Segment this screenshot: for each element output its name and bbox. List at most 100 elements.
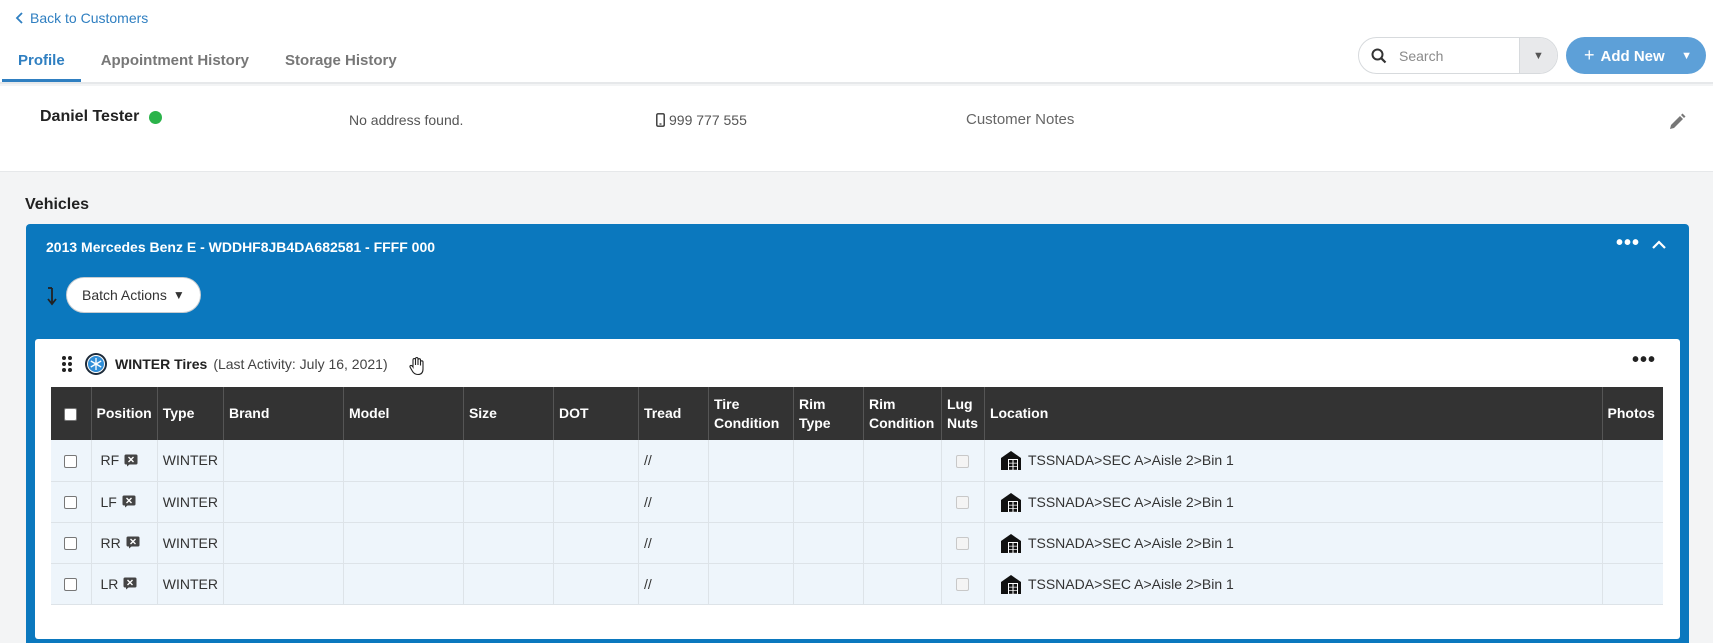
customer-name-text: Daniel Tester (40, 108, 140, 125)
plus-icon: + (1584, 45, 1595, 65)
tab-profile[interactable]: Profile (0, 40, 83, 82)
dot-cell (553, 563, 639, 605)
row-checkbox[interactable] (64, 537, 78, 551)
rim-type-cell (793, 522, 864, 564)
batch-actions-button[interactable]: Batch Actions ▼ (66, 277, 201, 313)
row-checkbox[interactable] (64, 455, 78, 469)
location-cell: TSSNADA>SEC A>Aisle 2>Bin 1 (984, 481, 1603, 523)
customer-notes[interactable]: Customer Notes (966, 111, 1074, 128)
tab-appointment-history[interactable]: Appointment History (83, 40, 267, 82)
warehouse-icon (1000, 533, 1021, 553)
row-checkbox[interactable] (64, 496, 78, 510)
row-checkbox[interactable] (64, 578, 78, 592)
location-cell: TSSNADA>SEC A>Aisle 2>Bin 1 (984, 522, 1603, 564)
col-tread[interactable]: Tread (638, 387, 709, 440)
lug-nuts-cell (941, 481, 985, 523)
add-new-button[interactable]: + Add New ▼ (1566, 37, 1706, 74)
customer-info-bar: Daniel Tester No address found. 999 777 … (0, 86, 1713, 172)
tread-cell: // (638, 563, 709, 605)
tire-set-header: WINTER Tires (Last Activity: July 16, 202… (35, 339, 1680, 387)
lug-nuts-checkbox (956, 537, 970, 551)
tread-cell: // (638, 481, 709, 523)
customer-phone-number: 999 777 555 (669, 112, 747, 128)
location-cell: TSSNADA>SEC A>Aisle 2>Bin 1 (984, 440, 1603, 482)
caret-down-icon: ▼ (1533, 49, 1544, 62)
location-value: TSSNADA>SEC A>Aisle 2>Bin 1 (1027, 534, 1234, 551)
pencil-icon[interactable] (1667, 112, 1687, 132)
dot-cell (553, 522, 639, 564)
select-all-checkbox[interactable] (64, 407, 78, 421)
col-model[interactable]: Model (343, 387, 464, 440)
dot-cell (553, 481, 639, 523)
search-icon (1359, 48, 1399, 64)
remove-tire-icon[interactable] (124, 454, 138, 467)
tab-storage-history[interactable]: Storage History (267, 40, 415, 82)
select-all-cell (51, 387, 92, 440)
col-tire-condition[interactable]: Tire Condition (708, 387, 794, 440)
back-to-customers-link[interactable]: Back to Customers (15, 10, 148, 26)
tire-set-last-activity: (Last Activity: July 16, 2021) (213, 356, 388, 372)
model-cell (343, 481, 464, 523)
brand-cell (223, 563, 344, 605)
type-cell: WINTER (157, 563, 224, 605)
tire-table-header-row: Position Type Brand Model Size DOT Tread… (51, 387, 1663, 440)
photos-cell (1602, 440, 1663, 482)
search-input[interactable] (1399, 47, 1519, 64)
row-select-cell (51, 522, 92, 564)
tire-condition-cell (708, 481, 794, 523)
sort-icon[interactable] (46, 286, 58, 306)
remove-tire-icon[interactable] (122, 495, 136, 508)
customer-address: No address found. (349, 112, 464, 128)
chevron-left-icon (15, 12, 23, 24)
col-type[interactable]: Type (157, 387, 224, 440)
col-position[interactable]: Position (91, 387, 158, 440)
lug-nuts-cell (941, 563, 985, 605)
table-row: LF WINTER // TSSNADA>SEC A>Aisle 2>Bin 1 (51, 481, 1663, 523)
dot-cell (553, 440, 639, 482)
batch-actions-label: Batch Actions (82, 287, 167, 303)
warehouse-icon (1000, 492, 1021, 512)
caret-down-icon: ▼ (1681, 49, 1692, 62)
lug-nuts-checkbox (956, 578, 970, 592)
col-brand[interactable]: Brand (223, 387, 344, 440)
col-size[interactable]: Size (463, 387, 554, 440)
remove-tire-icon[interactable] (123, 577, 137, 590)
customer-status-dot (149, 110, 163, 124)
col-location[interactable]: Location (984, 387, 1603, 440)
lug-nuts-cell (941, 522, 985, 564)
col-photos[interactable]: Photos (1602, 387, 1663, 440)
tire-set-more-icon[interactable]: ••• (1632, 349, 1656, 372)
rim-type-cell (793, 563, 864, 605)
location-value: TSSNADA>SEC A>Aisle 2>Bin 1 (1027, 452, 1234, 469)
position-value: RR (100, 534, 121, 551)
size-cell (463, 522, 554, 564)
col-lug-nuts[interactable]: Lug Nuts (941, 387, 985, 440)
tire-set-card: WINTER Tires (Last Activity: July 16, 202… (35, 339, 1680, 639)
position-cell: LR (91, 563, 158, 605)
search-filter-dropdown[interactable]: ▼ (1519, 38, 1557, 73)
type-cell: WINTER (157, 440, 224, 482)
lug-nuts-cell (941, 440, 985, 482)
chevron-up-icon[interactable] (1651, 238, 1667, 252)
drag-handle-icon[interactable] (61, 355, 73, 373)
page-header: Back to Customers Profile Appointment Hi… (0, 0, 1713, 84)
brand-cell (223, 522, 344, 564)
tire-table: Position Type Brand Model Size DOT Tread… (51, 387, 1663, 605)
col-dot[interactable]: DOT (553, 387, 639, 440)
tire-set-title: WINTER Tires (Last Activity: July 16, 202… (115, 356, 388, 372)
position-value: LR (100, 575, 119, 592)
rim-condition-cell (863, 563, 942, 605)
type-cell: WINTER (157, 481, 224, 523)
vehicle-title[interactable]: 2013 Mercedes Benz E - WDDHF8JB4DA682581… (46, 239, 435, 255)
vehicle-more-icon[interactable]: ••• (1616, 232, 1640, 255)
col-rim-type[interactable]: Rim Type (793, 387, 864, 440)
back-link-label: Back to Customers (30, 10, 149, 26)
table-row: LR WINTER // TSSNADA>SEC A>Aisle 2>Bin 1 (51, 563, 1663, 605)
col-rim-condition[interactable]: Rim Condition (863, 387, 942, 440)
position-cell: LF (91, 481, 158, 523)
table-row: RR WINTER // TSSNADA>SEC A>Aisle 2>Bin 1 (51, 522, 1663, 564)
customer-name: Daniel Tester (40, 108, 163, 126)
size-cell (463, 481, 554, 523)
warehouse-icon (1000, 451, 1021, 471)
remove-tire-icon[interactable] (126, 536, 140, 549)
